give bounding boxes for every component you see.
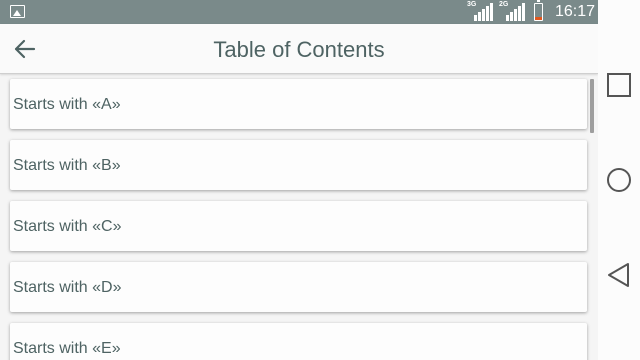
back-triangle-icon	[608, 263, 629, 287]
battery-icon	[534, 0, 543, 21]
toc-item[interactable]: Starts with «C»	[10, 201, 587, 251]
picture-icon	[10, 5, 25, 18]
navigation-bar	[598, 0, 640, 360]
signal-3g-icon: 3G	[467, 1, 493, 21]
toc-item-label: Starts with «A»	[13, 96, 121, 113]
toc-list[interactable]: Starts with «A» Starts with «B» Starts w…	[0, 75, 598, 360]
toc-item[interactable]: Starts with «E»	[10, 323, 587, 360]
signal-2g-icon: 2G	[499, 1, 525, 21]
page-title: Table of Contents	[213, 37, 385, 62]
app-bar: Table of Contents	[0, 24, 598, 74]
status-bar: 3G 2G 16:17	[0, 0, 598, 24]
network-type-label: 3G	[467, 1, 477, 8]
toc-item-label: Starts with «C»	[13, 218, 122, 235]
toc-item-label: Starts with «E»	[13, 340, 121, 357]
scrollbar-thumb[interactable]	[590, 79, 594, 133]
home-button[interactable]	[604, 165, 634, 195]
toc-item[interactable]: Starts with «B»	[10, 140, 587, 190]
system-back-button[interactable]	[604, 260, 634, 290]
network-type-label: 2G	[499, 1, 509, 8]
recent-apps-button[interactable]	[604, 70, 634, 100]
toc-item-label: Starts with «B»	[13, 157, 121, 174]
toc-item-label: Starts with «D»	[13, 279, 122, 296]
app-screen: 3G 2G 16:17 Table of Contents Starts wit…	[0, 0, 598, 360]
toc-item[interactable]: Starts with «D»	[10, 262, 587, 312]
home-icon	[607, 168, 631, 192]
status-clock: 16:17	[555, 3, 596, 20]
toc-item[interactable]: Starts with «A»	[10, 79, 587, 129]
recent-apps-icon	[607, 73, 631, 97]
